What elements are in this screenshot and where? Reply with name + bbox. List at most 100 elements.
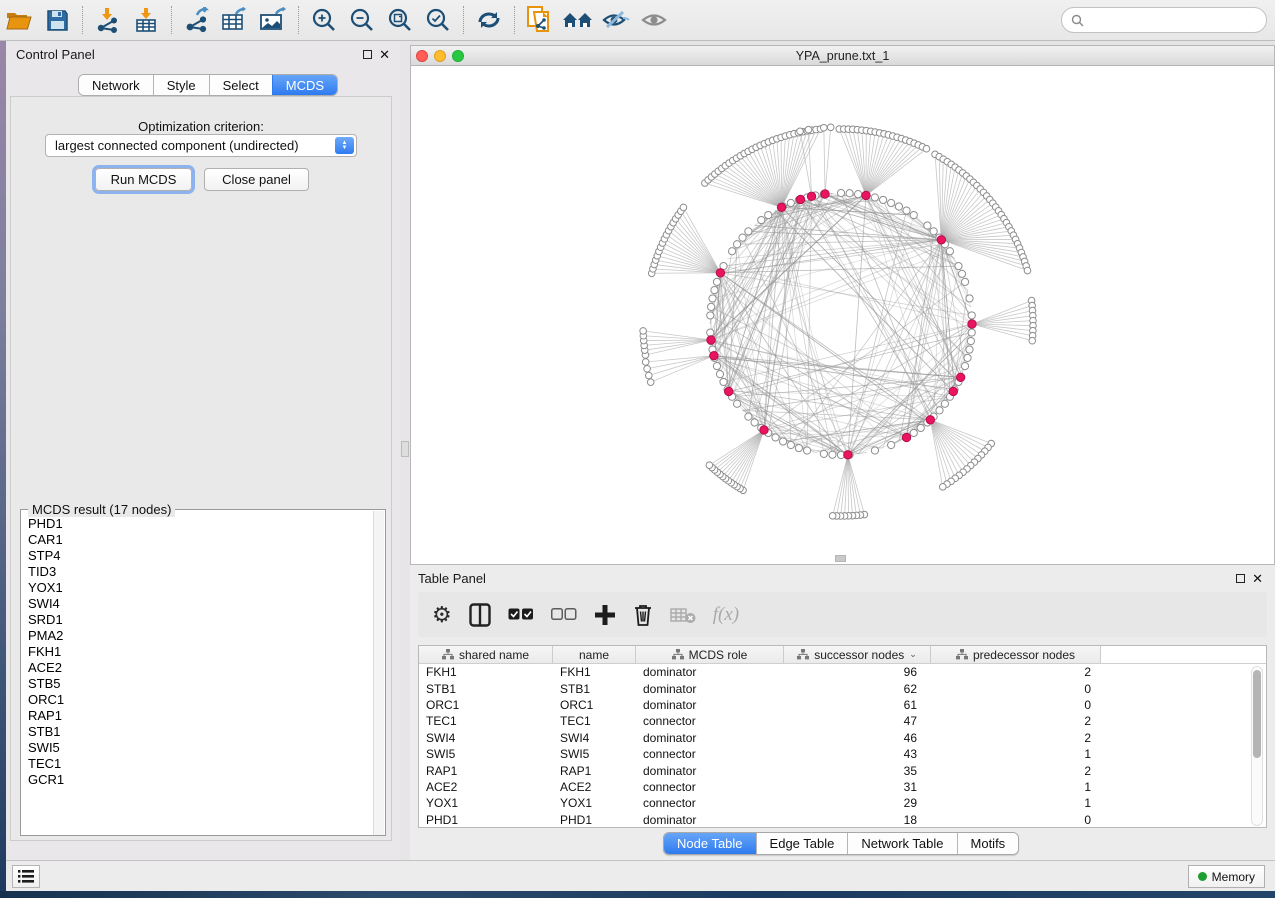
cell-name: RAP1	[553, 764, 636, 778]
hide-selected-icon[interactable]	[599, 5, 633, 35]
float-panel-icon[interactable]	[363, 50, 372, 59]
table-row[interactable]: STB1STB1dominator620	[419, 680, 1266, 696]
table-row[interactable]: PHD1PHD1dominator180	[419, 812, 1266, 828]
add-column-icon[interactable]	[594, 602, 616, 628]
table-row[interactable]: YOX1YOX1connector291	[419, 795, 1266, 811]
table-row[interactable]: TEC1TEC1connector472	[419, 713, 1266, 729]
column-header-shared-name[interactable]: shared name	[419, 646, 553, 663]
mcds-result-item[interactable]: RAP1	[28, 708, 374, 724]
mcds-result-item[interactable]: PMA2	[28, 628, 374, 644]
mcds-result-item[interactable]: ORC1	[28, 692, 374, 708]
clone-network-icon[interactable]	[523, 5, 557, 35]
import-table-icon[interactable]	[129, 5, 163, 35]
log-console-button[interactable]	[12, 865, 40, 888]
table-row[interactable]: SWI4SWI4dominator462	[419, 730, 1266, 746]
zoom-in-icon[interactable]	[307, 5, 341, 35]
column-header-MCDS-role[interactable]: MCDS role	[636, 646, 784, 663]
tab-select[interactable]: Select	[209, 75, 272, 95]
mcds-result-item[interactable]: TID3	[28, 564, 374, 580]
network-view-window: YPA_prune.txt_1	[410, 45, 1275, 565]
maximize-traffic-light[interactable]	[452, 50, 464, 62]
zoom-selected-icon[interactable]	[421, 5, 455, 35]
split-view-icon[interactable]	[469, 602, 491, 628]
zoom-out-icon[interactable]	[345, 5, 379, 35]
column-header-predecessor-nodes[interactable]: predecessor nodes	[931, 646, 1101, 663]
refresh-icon[interactable]	[472, 5, 506, 35]
tab-style[interactable]: Style	[153, 75, 209, 95]
mcds-result-item[interactable]: STB1	[28, 724, 374, 740]
mcds-result-item[interactable]: PHD1	[28, 516, 374, 532]
panel-splitter[interactable]	[400, 41, 410, 860]
mcds-result-item[interactable]: SWI4	[28, 596, 374, 612]
mcds-result-item[interactable]: SRD1	[28, 612, 374, 628]
mcds-result-item[interactable]: CAR1	[28, 532, 374, 548]
mcds-result-item[interactable]: ACE2	[28, 660, 374, 676]
settings-gear-icon[interactable]: ⚙	[432, 602, 452, 628]
mcds-result-item[interactable]: FKH1	[28, 644, 374, 660]
run-mcds-button[interactable]: Run MCDS	[95, 168, 192, 191]
search-field[interactable]	[1061, 7, 1267, 33]
select-all-icon[interactable]	[508, 602, 534, 628]
show-all-icon[interactable]	[637, 5, 671, 35]
tab-edge-table[interactable]: Edge Table	[756, 833, 848, 854]
column-header-name[interactable]: name	[553, 646, 636, 663]
network-window-titlebar[interactable]: YPA_prune.txt_1	[411, 46, 1274, 66]
network-canvas[interactable]	[411, 66, 1274, 564]
mcds-result-item[interactable]: STB5	[28, 676, 374, 692]
cell-MCDS-role: dominator	[636, 682, 784, 696]
close-panel-icon[interactable]: ✕	[379, 50, 390, 59]
close-traffic-light[interactable]	[416, 50, 428, 62]
close-table-panel-icon[interactable]: ✕	[1252, 574, 1263, 583]
mcds-result-item[interactable]: STP4	[28, 548, 374, 564]
cell-shared-name: YOX1	[419, 796, 553, 810]
import-network-icon[interactable]	[91, 5, 125, 35]
tab-node-table[interactable]: Node Table	[664, 833, 756, 854]
network-title: YPA_prune.txt_1	[796, 49, 890, 63]
mcds-result-item[interactable]: GCR1	[28, 772, 374, 788]
splitter-grip[interactable]	[401, 441, 409, 457]
tab-motifs[interactable]: Motifs	[957, 833, 1019, 854]
export-network-icon[interactable]	[180, 5, 214, 35]
open-file-icon[interactable]	[2, 5, 36, 35]
cell-successor-nodes: 35	[784, 764, 931, 778]
zoom-fit-icon[interactable]	[383, 5, 417, 35]
deselect-all-icon[interactable]	[551, 602, 577, 628]
canvas-splitter-handle[interactable]	[835, 555, 846, 562]
tab-mcds[interactable]: MCDS	[272, 75, 337, 95]
mcds-result-list[interactable]: PHD1CAR1STP4TID3YOX1SWI4SRD1PMA2FKH1ACE2…	[22, 516, 374, 834]
minimize-traffic-light[interactable]	[434, 50, 446, 62]
mcds-result-item[interactable]: SWI5	[28, 740, 374, 756]
search-input[interactable]	[1089, 13, 1266, 27]
table-row[interactable]: SWI5SWI5connector431	[419, 746, 1266, 762]
main-toolbar	[0, 0, 1275, 41]
table-scrollbar-thumb[interactable]	[1253, 670, 1261, 758]
export-table-icon[interactable]	[218, 5, 252, 35]
table-scrollbar[interactable]	[1251, 666, 1263, 826]
network-graph[interactable]	[411, 66, 1274, 564]
tab-network-table[interactable]: Network Table	[847, 833, 956, 854]
column-header-successor-nodes[interactable]: successor nodes⌄	[784, 646, 931, 663]
cell-MCDS-role: connector	[636, 780, 784, 794]
save-session-icon[interactable]	[40, 5, 74, 35]
export-image-icon[interactable]	[256, 5, 290, 35]
table-row[interactable]: RAP1RAP1dominator352	[419, 762, 1266, 778]
delete-column-icon[interactable]	[633, 602, 653, 628]
criterion-dropdown[interactable]: largest connected component (undirected)…	[45, 134, 357, 157]
first-neighbors-icon[interactable]	[561, 5, 595, 35]
table-row[interactable]: FKH1FKH1dominator962	[419, 664, 1266, 680]
float-table-panel-icon[interactable]	[1236, 574, 1245, 583]
table-row[interactable]: ACE2ACE2connector311	[419, 779, 1266, 795]
cell-successor-nodes: 62	[784, 682, 931, 696]
cell-predecessor-nodes: 1	[931, 747, 1101, 761]
control-panel-tabs: NetworkStyleSelectMCDS	[78, 74, 338, 96]
mcds-result-group: MCDS result (17 nodes) PHD1CAR1STP4TID3Y…	[20, 509, 386, 836]
mcds-result-item[interactable]: TEC1	[28, 756, 374, 772]
memory-button[interactable]: Memory	[1188, 865, 1265, 888]
table-row[interactable]: ORC1ORC1dominator610	[419, 697, 1266, 713]
mcds-result-item[interactable]: YOX1	[28, 580, 374, 596]
tab-network[interactable]: Network	[79, 75, 153, 95]
mcds-result-title: MCDS result (17 nodes)	[28, 502, 175, 517]
close-panel-button[interactable]: Close panel	[204, 168, 309, 191]
cell-shared-name: STB1	[419, 682, 553, 696]
mcds-list-scrollbar[interactable]	[373, 511, 384, 835]
